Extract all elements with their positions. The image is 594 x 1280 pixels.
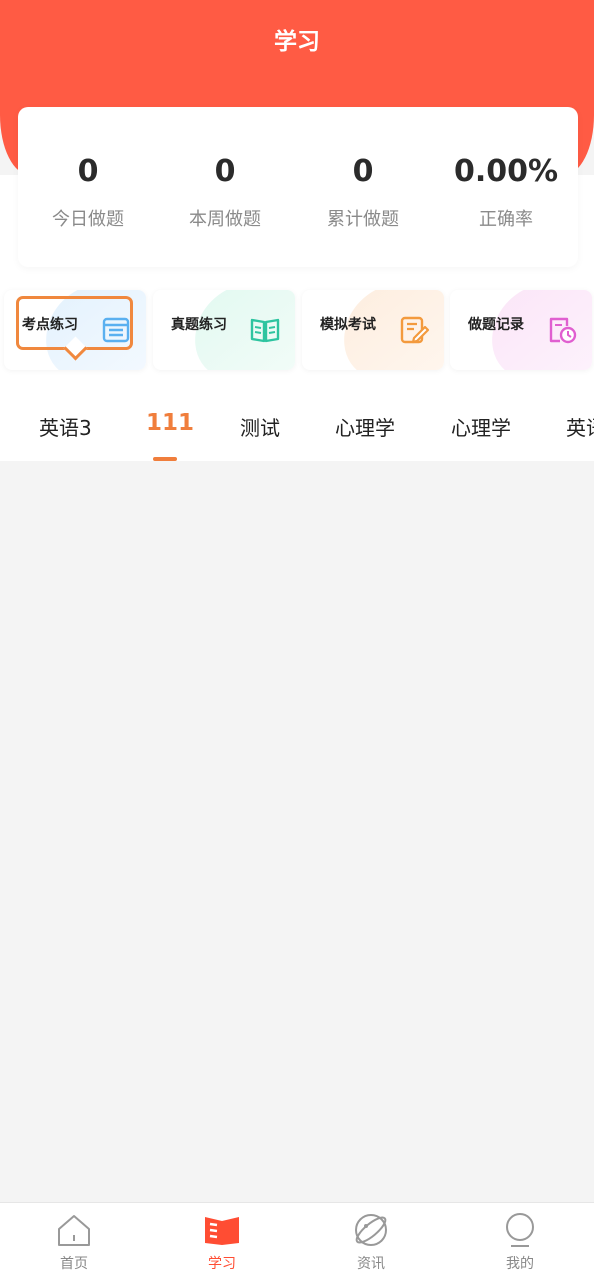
active-tab-indicator [153, 457, 177, 461]
stat-week: 0 本周做题 [155, 153, 295, 231]
nav-label: 学习 [208, 1256, 236, 1272]
bottom-nav: 首页 学习 资讯 我的 [0, 1202, 594, 1280]
nav-label: 首页 [60, 1256, 88, 1272]
tab-subject[interactable]: 英语 [566, 412, 594, 441]
stat-label: 累计做题 [327, 209, 399, 230]
feature-practice-history[interactable]: 做题记录 [450, 290, 592, 370]
stat-accuracy: 0.00% 正确率 [436, 153, 576, 231]
nav-study[interactable]: 学习 [172, 1211, 272, 1273]
profile-icon [506, 1213, 534, 1247]
news-planet-icon [355, 1214, 387, 1246]
stats-card: 0 今日做题 0 本周做题 0 累计做题 0.00% 正确率 [18, 107, 578, 267]
page-title: 学习 [274, 29, 320, 55]
edit-paper-icon [400, 316, 430, 344]
feature-label: 真题练习 [171, 317, 227, 333]
nav-label: 资讯 [357, 1256, 385, 1272]
stat-value: 0 [352, 154, 374, 189]
stat-total: 0 累计做题 [293, 153, 433, 231]
nav-news[interactable]: 资讯 [321, 1211, 421, 1273]
tab-subject-active[interactable]: 111 [146, 410, 194, 436]
selected-indicator-bubble [16, 296, 133, 350]
nav-home[interactable]: 首页 [24, 1211, 124, 1273]
tab-subject[interactable]: 英语3 [39, 412, 92, 441]
stat-value: 0 [77, 154, 99, 189]
feature-label: 做题记录 [468, 317, 524, 333]
nav-profile[interactable]: 我的 [470, 1211, 570, 1273]
stat-value: 0.00% [453, 154, 559, 189]
open-book-icon [250, 318, 280, 343]
nav-label: 我的 [506, 1256, 534, 1272]
feature-label: 模拟考试 [320, 317, 376, 333]
study-book-icon [205, 1217, 239, 1245]
history-doc-icon [549, 317, 577, 344]
stat-label: 今日做题 [52, 209, 124, 230]
feature-mock-exam[interactable]: 模拟考试 [302, 290, 444, 370]
tab-subject[interactable]: 心理学 [335, 412, 395, 441]
stat-label: 本周做题 [189, 209, 261, 230]
stat-label: 正确率 [479, 209, 533, 230]
tab-subject[interactable]: 心理学 [451, 412, 511, 441]
tab-subject[interactable]: 测试 [240, 412, 280, 441]
stat-value: 0 [214, 154, 236, 189]
feature-past-exam-practice[interactable]: 真题练习 [153, 290, 295, 370]
home-icon [58, 1215, 90, 1246]
stat-today: 0 今日做题 [18, 153, 158, 231]
